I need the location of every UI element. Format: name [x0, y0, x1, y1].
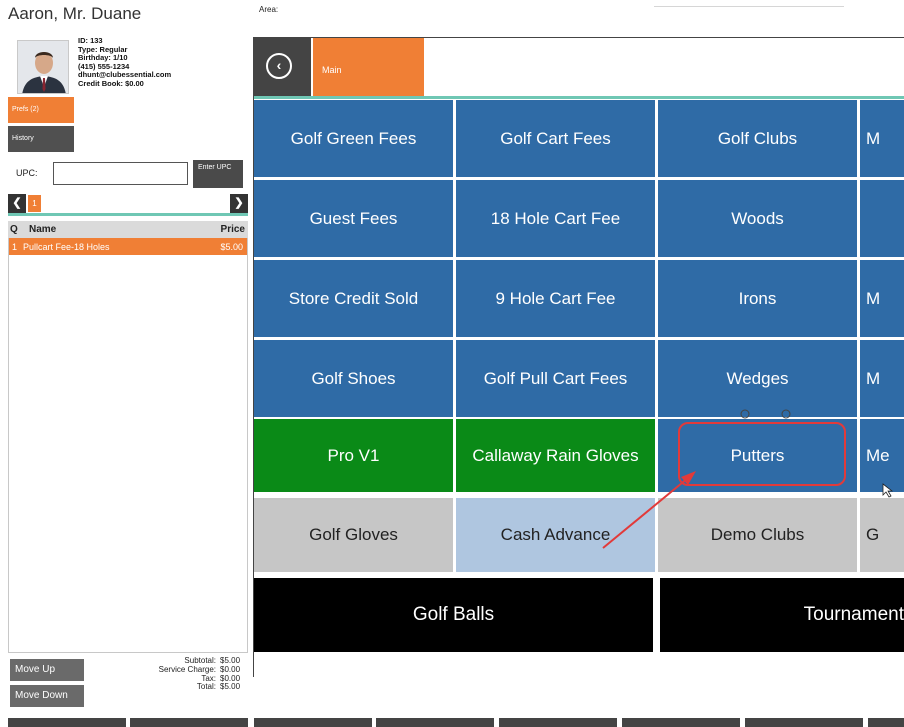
tile-tournament[interactable]: Tournament: [660, 578, 904, 652]
tab-divider: [254, 96, 904, 99]
items-list: 1 Pullcart Fee-18 Holes $5.00: [8, 238, 248, 653]
bottom-button-4[interactable]: [376, 718, 494, 727]
upc-label: UPC:: [16, 168, 38, 178]
enter-upc-button[interactable]: Enter UPC: [193, 160, 243, 188]
tile-18-hole-cart-fee[interactable]: 18 Hole Cart Fee: [456, 180, 655, 257]
tile-golf-gloves[interactable]: Golf Gloves: [254, 498, 453, 572]
customer-credit-book: Credit Book: $0.00: [78, 78, 144, 88]
tile-guest-fees[interactable]: Guest Fees: [254, 180, 453, 257]
tile-pro-v1[interactable]: Pro V1: [254, 419, 453, 492]
tile-golf-balls[interactable]: Golf Balls: [254, 578, 653, 652]
bottom-button-3[interactable]: [254, 718, 372, 727]
column-name: Name: [29, 224, 57, 235]
history-button[interactable]: History: [8, 126, 74, 152]
avatar-image: [18, 41, 68, 93]
tile-callaway-rain-gloves[interactable]: Callaway Rain Gloves: [456, 419, 655, 492]
tile-demo-clubs[interactable]: Demo Clubs: [658, 498, 857, 572]
table-row[interactable]: 1 Pullcart Fee-18 Holes $5.00: [9, 238, 247, 255]
prefs-button[interactable]: Prefs (2): [8, 97, 74, 123]
tile-store-credit-sold[interactable]: Store Credit Sold: [254, 260, 453, 337]
bottom-button-5[interactable]: [499, 718, 617, 727]
bottom-button-7[interactable]: [745, 718, 863, 727]
bottom-button-2[interactable]: [130, 718, 248, 727]
bottom-button-8[interactable]: [868, 718, 904, 727]
back-button[interactable]: ‹: [254, 38, 311, 96]
tile-col4-row6[interactable]: G: [860, 498, 904, 572]
total-value: $5.00: [220, 682, 241, 692]
tile-golf-cart-fees[interactable]: Golf Cart Fees: [456, 100, 655, 177]
totals-summary: Subtotal: $5.00 Service Charge: $0.00 Tax:…: [159, 656, 241, 692]
tile-col4-row2[interactable]: [860, 180, 904, 257]
move-down-button[interactable]: Move Down: [10, 685, 84, 707]
chevron-left-icon[interactable]: ❮: [8, 194, 26, 213]
items-table-header: Q Name Price: [8, 221, 248, 238]
bottom-button-1[interactable]: [8, 718, 126, 727]
putters-highlight-annotation: [678, 422, 846, 486]
tile-golf-shoes[interactable]: Golf Shoes: [254, 340, 453, 417]
item-quantity: 1: [12, 242, 18, 252]
customer-details: ID: 133 Type: Regular Birthday: 1/10 (41…: [78, 36, 171, 89]
ticket-tab-strip: ❮ 1 ❯: [8, 194, 248, 216]
tile-golf-clubs[interactable]: Golf Clubs: [658, 100, 857, 177]
tile-col4-row1[interactable]: M: [860, 100, 904, 177]
chevron-right-icon[interactable]: ❯: [230, 194, 248, 213]
total-label: Total:: [196, 682, 216, 692]
area-field[interactable]: [654, 6, 844, 7]
customer-name: Aaron, Mr. Duane: [8, 4, 142, 23]
column-q: Q: [10, 224, 18, 235]
tab-main[interactable]: Main: [313, 38, 424, 96]
move-up-button[interactable]: Move Up: [10, 659, 84, 681]
bottom-button-6[interactable]: [622, 718, 740, 727]
item-name: Pullcart Fee-18 Holes: [23, 242, 110, 252]
tile-col4-row4[interactable]: M: [860, 340, 904, 417]
tile-irons[interactable]: Irons: [658, 260, 857, 337]
tile-golf-green-fees[interactable]: Golf Green Fees: [254, 100, 453, 177]
tile-golf-pull-cart-fees[interactable]: Golf Pull Cart Fees: [456, 340, 655, 417]
tile-col4-row3[interactable]: M: [860, 260, 904, 337]
area-label: Area:: [259, 5, 279, 14]
tile-col4-row5[interactable]: Me: [860, 419, 904, 492]
back-arrow-icon: ‹: [266, 53, 292, 79]
ticket-tab-1[interactable]: 1: [28, 195, 41, 212]
item-price: $5.00: [220, 242, 243, 252]
customer-avatar: [17, 40, 69, 94]
tile-wedges[interactable]: Wedges: [658, 340, 857, 417]
tile-9-hole-cart-fee[interactable]: 9 Hole Cart Fee: [456, 260, 655, 337]
tile-woods[interactable]: Woods: [658, 180, 857, 257]
upc-input[interactable]: [53, 162, 188, 185]
column-price: Price: [220, 224, 245, 235]
tile-cash-advance[interactable]: Cash Advance: [456, 498, 655, 572]
